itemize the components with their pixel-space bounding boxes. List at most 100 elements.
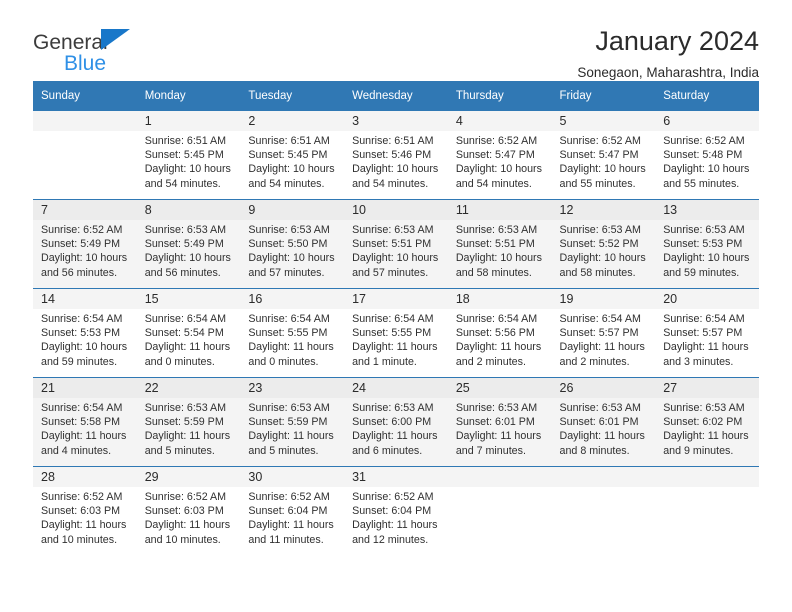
- sun-info-sunrise: Sunrise: 6:52 AM: [41, 224, 123, 236]
- sun-info-sunrise: Sunrise: 6:54 AM: [41, 313, 123, 325]
- calendar-day-cell[interactable]: 7 Sunrise: 6:52 AM Sunset: 5:49 PM Daylight…: [33, 199, 137, 289]
- calendar-week-row: 14 Sunrise: 6:54 AM Sunset: 5:53 PM Dayligh…: [33, 288, 759, 378]
- sun-info-daylight2: and 56 minutes.: [41, 266, 118, 279]
- calendar-day-cell[interactable]: 8 Sunrise: 6:53 AM Sunset: 5:49 PM Daylight…: [136, 199, 241, 289]
- calendar-day-cell[interactable]: 4 Sunrise: 6:52 AM Sunset: 5:47 PM Daylight…: [447, 110, 552, 200]
- calendar-day-cell[interactable]: 10 Sunrise: 6:53 AM Sunset: 5:51 PM Dayligh…: [344, 199, 448, 289]
- sun-info-daylight2: and 56 minutes.: [144, 266, 221, 279]
- sun-info-daylight1: Daylight: 11 hours: [455, 341, 542, 354]
- sun-info-sunrise: Sunrise: 6:54 AM: [41, 402, 123, 414]
- calendar-day-cell[interactable]: 17 Sunrise: 6:54 AM Sunset: 5:55 PM Dayligh…: [344, 288, 448, 378]
- sun-info: Sunrise: 6:53 AM Sunset: 6:01 PM Daylight:…: [552, 398, 656, 458]
- day-number: 3: [344, 111, 448, 131]
- calendar-day-cell[interactable]: 5 Sunrise: 6:52 AM Sunset: 5:47 PM Daylight…: [551, 110, 656, 200]
- calendar-day-cell[interactable]: 26 Sunrise: 6:53 AM Sunset: 6:01 PM Dayligh…: [551, 377, 656, 467]
- sun-info-daylight2: and 0 minutes.: [144, 355, 215, 368]
- sun-info: Sunrise: 6:53 AM Sunset: 5:50 PM Daylight:…: [240, 220, 344, 280]
- sun-info-sunrise: Sunrise: 6:54 AM: [455, 313, 538, 325]
- sun-info-sunset: Sunset: 5:49 PM: [144, 238, 224, 251]
- day-number: 10: [344, 200, 448, 220]
- calendar-day-cell[interactable]: 15 Sunrise: 6:54 AM Sunset: 5:54 PM Dayligh…: [136, 288, 241, 378]
- general-blue-logo[interactable]: General Blue: [33, 26, 183, 74]
- sun-info: Sunrise: 6:53 AM Sunset: 5:49 PM Daylight:…: [137, 220, 241, 280]
- sun-info-sunset: Sunset: 6:04 PM: [352, 505, 432, 518]
- calendar-day-cell[interactable]: 6 Sunrise: 6:52 AM Sunset: 5:48 PM Daylight…: [655, 110, 759, 200]
- weekday-header-monday: Monday: [136, 81, 241, 111]
- sun-info-daylight1: Daylight: 11 hours: [248, 430, 334, 443]
- day-number: 31: [344, 467, 448, 487]
- day-number: 23: [240, 378, 345, 398]
- calendar-day-cell[interactable]: 19 Sunrise: 6:54 AM Sunset: 5:57 PM Dayligh…: [551, 288, 656, 378]
- calendar-day-cell[interactable]: 16 Sunrise: 6:54 AM Sunset: 5:55 PM Dayligh…: [240, 288, 345, 378]
- calendar-day-cell[interactable]: 22 Sunrise: 6:53 AM Sunset: 5:59 PM Dayligh…: [136, 377, 241, 467]
- sun-info-sunset: Sunset: 5:57 PM: [663, 327, 743, 340]
- sun-info: Sunrise: 6:54 AM Sunset: 5:55 PM Daylight:…: [344, 309, 448, 369]
- sun-info-daylight2: and 2 minutes.: [559, 355, 630, 368]
- calendar-day-cell[interactable]: 24 Sunrise: 6:53 AM Sunset: 6:00 PM Dayligh…: [344, 377, 448, 467]
- sun-info-daylight2: and 3 minutes.: [663, 355, 734, 368]
- sun-info-sunrise: Sunrise: 6:51 AM: [352, 135, 434, 147]
- sun-info-daylight2: and 8 minutes.: [559, 444, 630, 457]
- calendar-day-cell[interactable]: 11 Sunrise: 6:53 AM Sunset: 5:51 PM Dayligh…: [447, 199, 552, 289]
- sun-info-daylight2: and 55 minutes.: [559, 177, 636, 190]
- day-number: 12: [551, 200, 656, 220]
- sun-info-sunset: Sunset: 6:01 PM: [559, 416, 639, 429]
- sun-info-sunset: Sunset: 5:45 PM: [144, 149, 224, 162]
- day-number: 9: [240, 200, 345, 220]
- calendar-day-cell[interactable]: 12 Sunrise: 6:53 AM Sunset: 5:52 PM Dayligh…: [551, 199, 656, 289]
- weekday-header-friday: Friday: [551, 81, 656, 111]
- sun-info-sunset: Sunset: 6:04 PM: [248, 505, 328, 518]
- sun-info-daylight2: and 58 minutes.: [455, 266, 532, 279]
- calendar-day-cell[interactable]: 30 Sunrise: 6:52 AM Sunset: 6:04 PM Dayligh…: [240, 466, 345, 556]
- calendar-day-cell[interactable]: 23 Sunrise: 6:53 AM Sunset: 5:59 PM Dayligh…: [240, 377, 345, 467]
- day-number: 16: [240, 289, 345, 309]
- sun-info: Sunrise: 6:53 AM Sunset: 6:02 PM Daylight:…: [655, 398, 759, 458]
- calendar-day-cell[interactable]: 29 Sunrise: 6:52 AM Sunset: 6:03 PM Dayligh…: [136, 466, 241, 556]
- sun-info-sunset: Sunset: 5:59 PM: [248, 416, 328, 429]
- calendar-week-row: 21 Sunrise: 6:54 AM Sunset: 5:58 PM Dayligh…: [33, 377, 759, 467]
- calendar-day-cell[interactable]: 14 Sunrise: 6:54 AM Sunset: 5:53 PM Dayligh…: [33, 288, 137, 378]
- calendar-day-cell[interactable]: 31 Sunrise: 6:52 AM Sunset: 6:04 PM Dayligh…: [344, 466, 448, 556]
- sun-info-sunset: Sunset: 5:51 PM: [455, 238, 535, 251]
- sun-info-daylight2: and 54 minutes.: [248, 177, 325, 190]
- sun-info-daylight1: Daylight: 11 hours: [41, 519, 127, 532]
- weekday-header-row: Sunday Monday Tuesday Wednesday Thursday…: [33, 81, 759, 111]
- sun-info-sunrise: Sunrise: 6:52 AM: [559, 135, 641, 147]
- calendar-day-cell[interactable]: 21 Sunrise: 6:54 AM Sunset: 5:58 PM Dayligh…: [33, 377, 137, 467]
- calendar-day-cell[interactable]: 13 Sunrise: 6:53 AM Sunset: 5:53 PM Dayligh…: [655, 199, 759, 289]
- calendar-day-cell[interactable]: 3 Sunrise: 6:51 AM Sunset: 5:46 PM Daylight…: [344, 110, 448, 200]
- logo-text-blue: Blue: [64, 52, 107, 75]
- sun-info-daylight2: and 57 minutes.: [352, 266, 429, 279]
- sun-info: Sunrise: 6:53 AM Sunset: 6:00 PM Daylight:…: [344, 398, 448, 458]
- day-number: 4: [447, 111, 552, 131]
- calendar-day-cell[interactable]: 20 Sunrise: 6:54 AM Sunset: 5:57 PM Dayligh…: [655, 288, 759, 378]
- sun-info-sunrise: Sunrise: 6:54 AM: [144, 313, 227, 325]
- calendar-day-cell[interactable]: 28 Sunrise: 6:52 AM Sunset: 6:03 PM Dayligh…: [33, 466, 137, 556]
- sun-info-sunset: Sunset: 5:55 PM: [352, 327, 432, 340]
- sun-info-sunset: Sunset: 5:46 PM: [352, 149, 432, 162]
- sun-info-sunset: Sunset: 5:58 PM: [41, 416, 121, 429]
- sun-info-daylight1: Daylight: 11 hours: [663, 341, 749, 354]
- sun-info-daylight1: Daylight: 10 hours: [144, 252, 231, 265]
- sun-info-daylight2: and 54 minutes.: [352, 177, 429, 190]
- sun-info-daylight1: Daylight: 10 hours: [144, 163, 231, 176]
- calendar-day-cell[interactable]: 27 Sunrise: 6:53 AM Sunset: 6:02 PM Dayligh…: [655, 377, 759, 467]
- day-number: [33, 111, 137, 131]
- calendar-day-cell[interactable]: 2 Sunrise: 6:51 AM Sunset: 5:45 PM Daylight…: [240, 110, 345, 200]
- sun-info-daylight1: Daylight: 11 hours: [144, 430, 231, 443]
- sun-info-daylight1: Daylight: 10 hours: [663, 252, 750, 265]
- calendar-week-row: 1 Sunrise: 6:51 AM Sunset: 5:45 PM Daylight…: [33, 110, 759, 200]
- sun-info-daylight1: Daylight: 10 hours: [41, 252, 128, 265]
- calendar-day-cell[interactable]: 9 Sunrise: 6:53 AM Sunset: 5:50 PM Daylight…: [240, 199, 345, 289]
- calendar-day-cell[interactable]: 18 Sunrise: 6:54 AM Sunset: 5:56 PM Dayligh…: [447, 288, 552, 378]
- sun-info-daylight1: Daylight: 11 hours: [248, 341, 334, 354]
- sun-info-sunrise: Sunrise: 6:52 AM: [248, 491, 330, 503]
- day-number: 2: [240, 111, 345, 131]
- sun-info-daylight2: and 5 minutes.: [248, 444, 319, 457]
- logo-text-general: General: [33, 31, 108, 54]
- calendar-week-row: 28 Sunrise: 6:52 AM Sunset: 6:03 PM Dayligh…: [33, 466, 759, 556]
- sun-info-daylight1: Daylight: 11 hours: [559, 430, 645, 443]
- calendar-day-cell[interactable]: 25 Sunrise: 6:53 AM Sunset: 6:01 PM Dayligh…: [447, 377, 552, 467]
- sun-info: Sunrise: 6:51 AM Sunset: 5:45 PM Daylight:…: [137, 131, 241, 191]
- calendar-day-cell[interactable]: 1 Sunrise: 6:51 AM Sunset: 5:45 PM Daylight…: [136, 110, 241, 200]
